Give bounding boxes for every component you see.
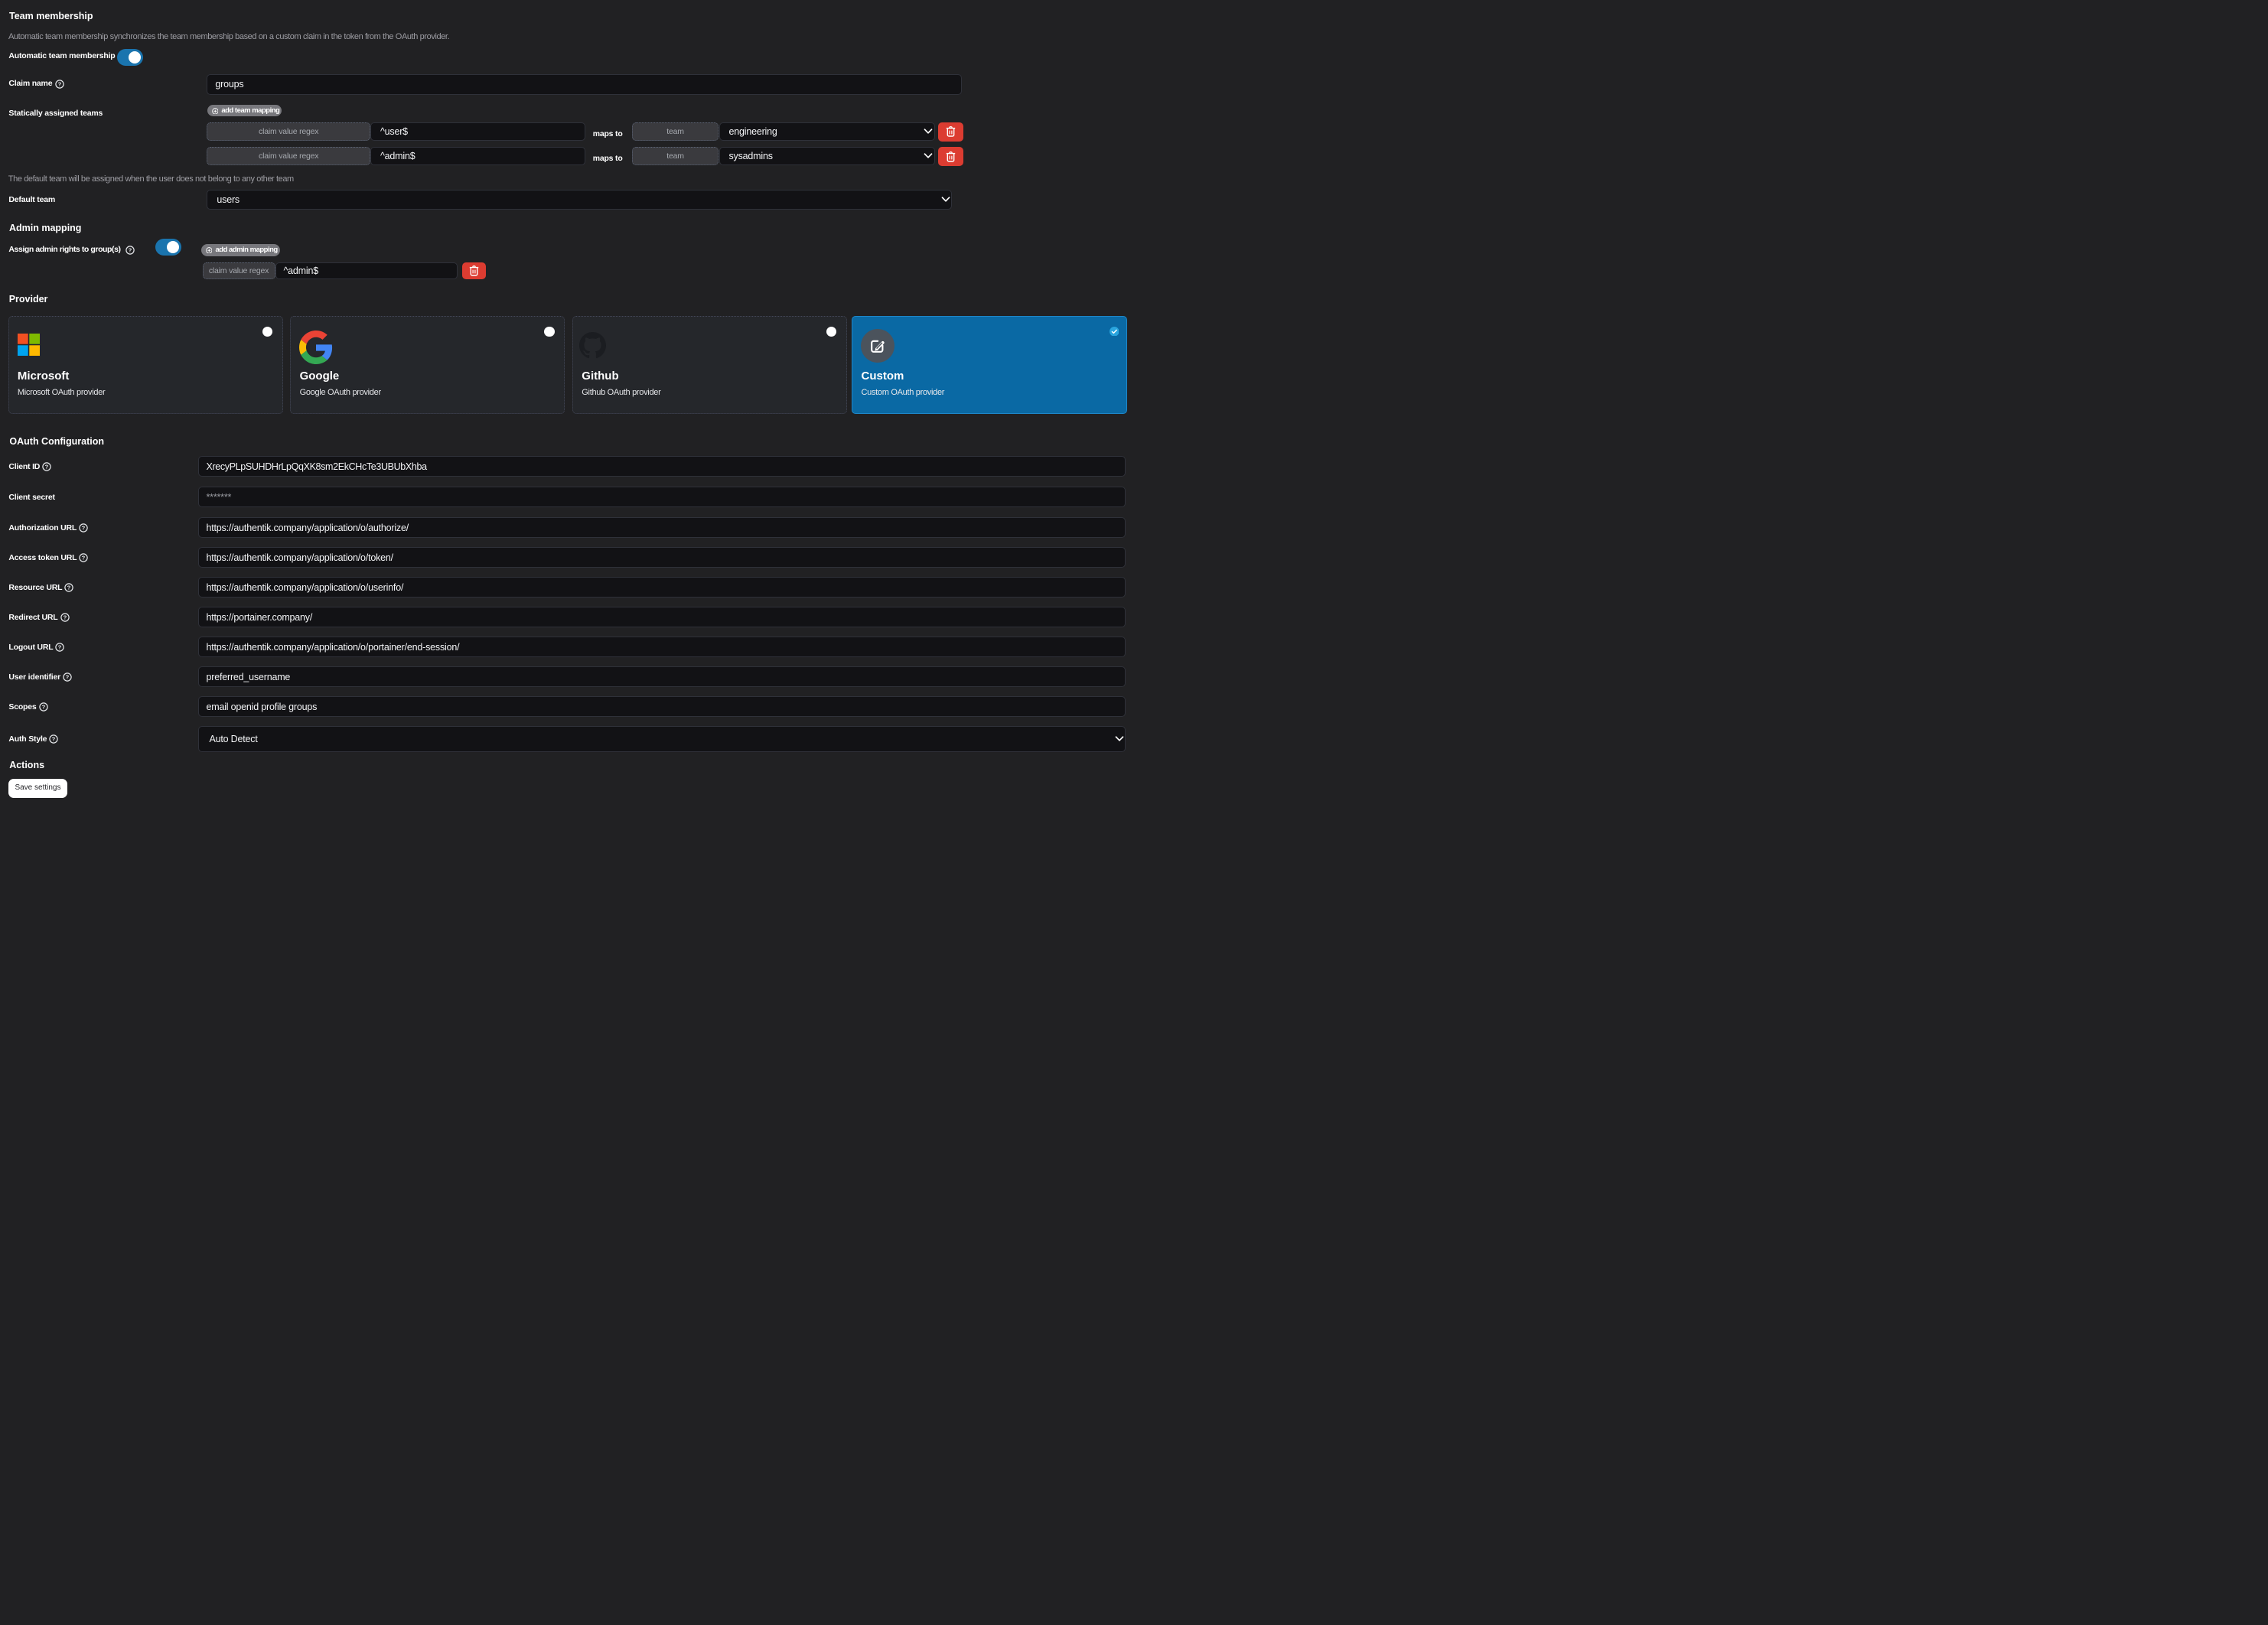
- svg-text:?: ?: [63, 614, 67, 620]
- svg-text:?: ?: [82, 554, 86, 561]
- svg-text:?: ?: [45, 463, 49, 470]
- svg-text:?: ?: [41, 703, 45, 710]
- svg-text:?: ?: [57, 81, 61, 88]
- svg-text:?: ?: [52, 735, 56, 742]
- svg-text:?: ?: [58, 643, 62, 650]
- svg-text:?: ?: [67, 584, 71, 591]
- svg-text:?: ?: [82, 524, 86, 531]
- svg-text:?: ?: [66, 673, 70, 680]
- svg-text:?: ?: [128, 247, 132, 254]
